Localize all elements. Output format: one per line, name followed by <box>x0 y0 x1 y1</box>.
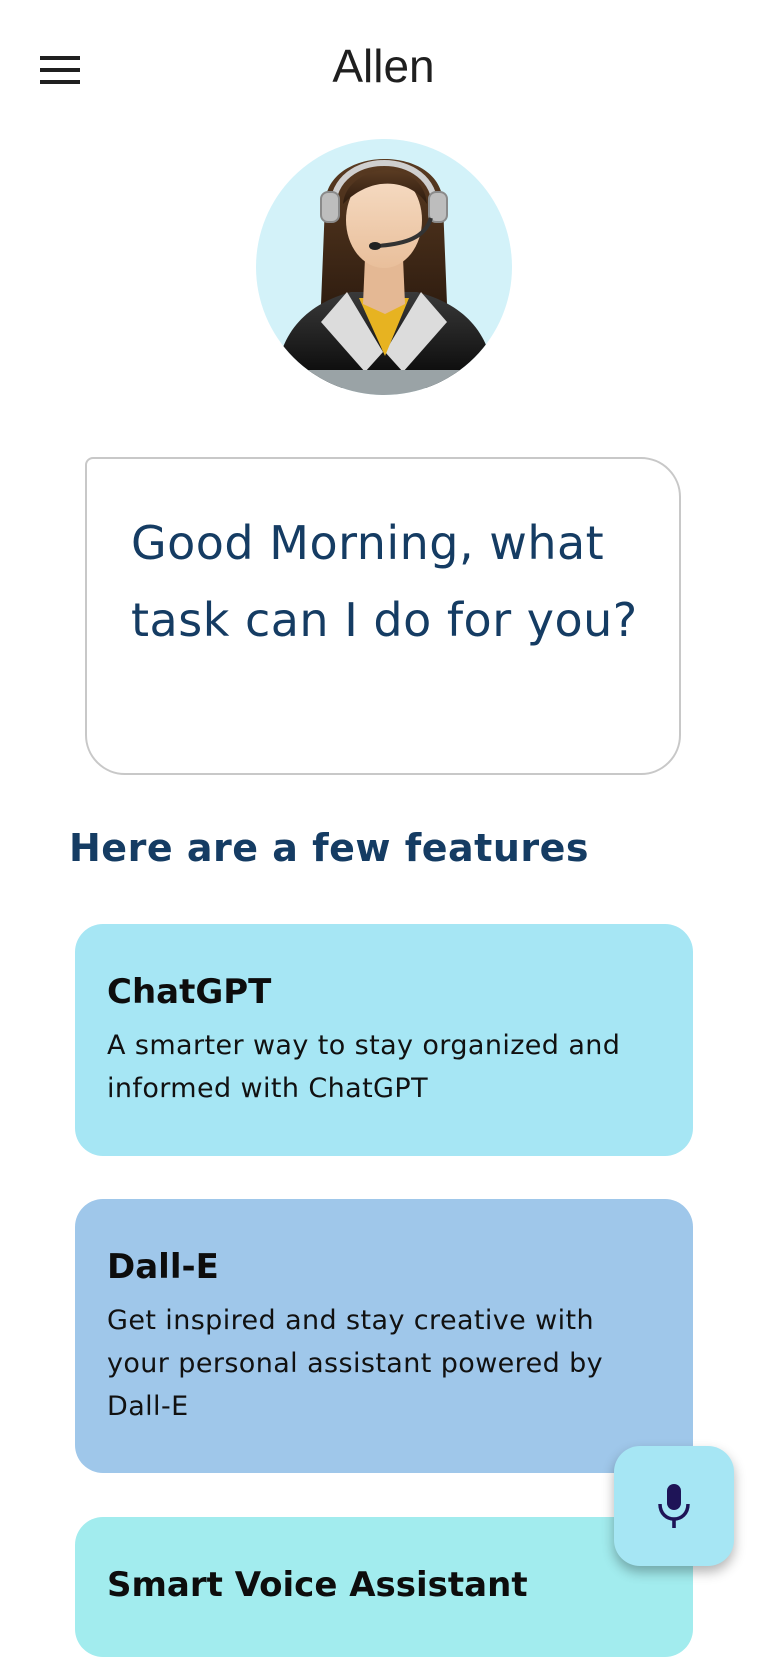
assistant-avatar <box>255 126 515 396</box>
feature-card-smart-voice-assistant[interactable]: Smart Voice Assistant <box>75 1517 693 1657</box>
feature-card-description: Get inspired and stay creative with your… <box>107 1305 604 1422</box>
feature-card-title: Dall-E <box>107 1247 219 1287</box>
microphone-icon <box>658 1484 690 1528</box>
features-heading: Here are a few features <box>69 826 590 870</box>
feature-card-description: A smarter way to stay organized and info… <box>107 1030 621 1104</box>
feature-card-title: ChatGPT <box>107 972 272 1012</box>
microphone-button[interactable] <box>614 1446 734 1566</box>
feature-card-dall-e[interactable]: Dall-E Get inspired and stay creative wi… <box>75 1199 693 1473</box>
app-bar: Allen <box>0 0 767 136</box>
feature-card-title: Smart Voice Assistant <box>107 1565 528 1605</box>
greeting-text: Good Morning, what task can I do for you… <box>131 516 638 647</box>
page-title: Allen <box>332 40 435 92</box>
feature-card-chatgpt[interactable]: ChatGPT A smarter way to stay organized … <box>75 924 693 1156</box>
greeting-bubble: Good Morning, what task can I do for you… <box>85 457 681 775</box>
